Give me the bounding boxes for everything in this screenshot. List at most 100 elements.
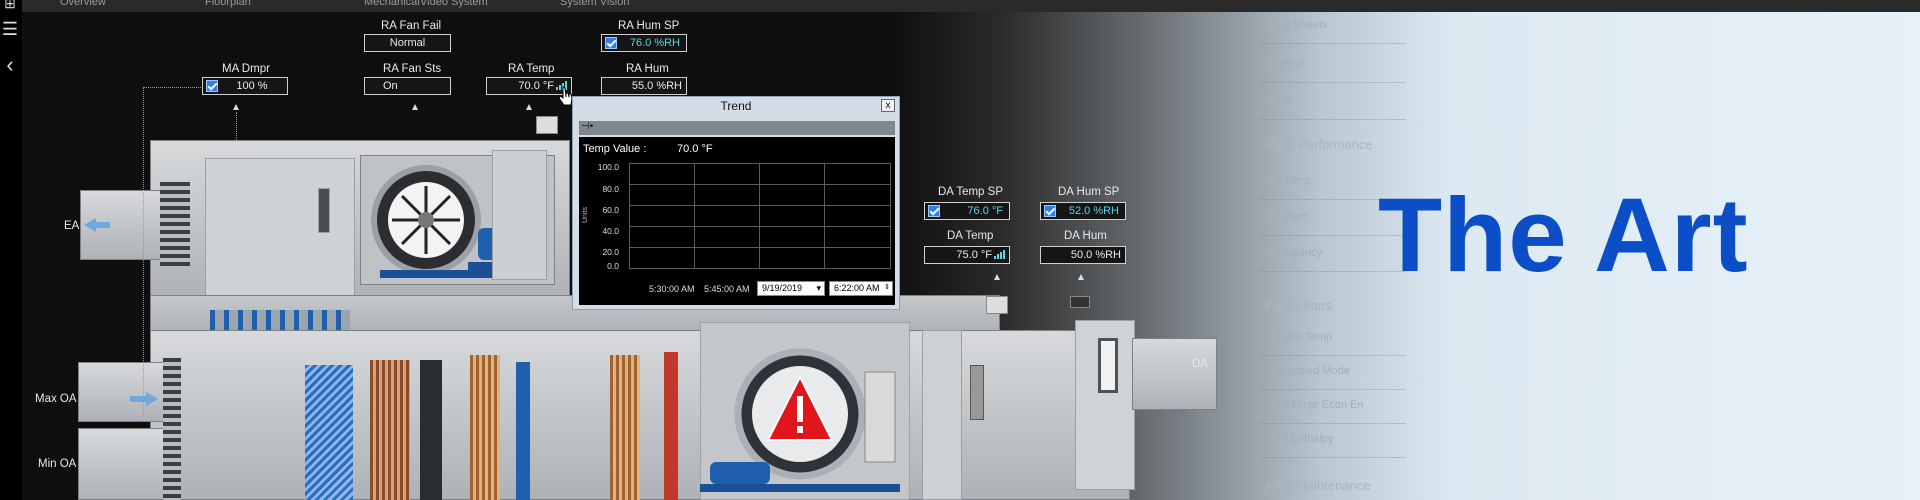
sidebar-item-ma-dmpr-econ-en[interactable]: MA Dmpr Econ En: [1260, 388, 1406, 424]
leader-arrow: [994, 274, 1000, 280]
date-picker[interactable]: 9/19/2019 ▾: [757, 281, 825, 296]
ra-hum-sp-value: 76.0 %RH: [629, 37, 680, 49]
supply-fan-icon: [700, 322, 910, 500]
ra-hum-sp-checkbox[interactable]: [605, 37, 617, 49]
discharge-window: [1098, 338, 1118, 393]
leader-line: [143, 87, 144, 417]
max-oa-label: Max OA: [35, 393, 77, 405]
da-hum-sp-checkbox[interactable]: [1044, 205, 1056, 217]
ra-temp-label: RA Temp: [508, 63, 555, 75]
da-temp-sp-value: 76.0 °F: [967, 205, 1003, 217]
da-hum-sp-label: DA Hum SP: [1058, 186, 1120, 198]
time-picker[interactable]: 6:22:00 AM ⇕: [829, 281, 893, 296]
x-time-label: 5:45:00 AM: [704, 284, 750, 294]
headline-overlay: The Art: [1378, 177, 1749, 294]
sidebar-item-label: DA Temp: [1267, 175, 1312, 187]
ma-dmpr-value: 100 %: [236, 80, 268, 92]
sidebar-item-label: Occupancy: [1267, 247, 1323, 259]
ra-fan-fail-label: RA Fan Fail: [381, 20, 442, 32]
sidebar-item-occupied-mode[interactable]: Occupied Mode: [1260, 354, 1406, 390]
sidebar-item-label: RA Enthalpy: [1273, 433, 1334, 445]
ra-temp-sensor: [536, 116, 558, 134]
max-oa-intake: [78, 362, 173, 422]
menu-icon[interactable]: ☰: [1, 20, 19, 38]
sidebar-item-room-temp[interactable]: Room Temp: [1260, 320, 1406, 356]
ra-hum-field[interactable]: 55.0 %RH: [601, 77, 687, 95]
ma-dmpr-checkbox[interactable]: [206, 80, 218, 92]
section-parameters: Parameters: [1265, 298, 1333, 313]
heating-coil-header: [664, 352, 678, 500]
access-door: [318, 188, 330, 233]
back-icon[interactable]: ‹: [1, 54, 19, 76]
leader-arrow: [1078, 274, 1084, 280]
section-plant-performance: Plant Performance: [1265, 137, 1373, 152]
top-tab-strip: Overview Floorplan Mechanical Video Syst…: [0, 0, 1920, 12]
sidebar-item-label: SOO: [1267, 95, 1292, 107]
time-value: 6:22:00 AM: [834, 283, 880, 293]
cooling-coil-header: [516, 362, 530, 500]
trend-value-label: Temp Value :: [583, 143, 647, 155]
sidebar-item-soo[interactable]: SOO: [1260, 84, 1406, 120]
ra-fan-fail-field[interactable]: Normal: [364, 34, 451, 52]
section-ahu-maintenance: AHU Maintenance: [1265, 478, 1371, 493]
filter-bank: [305, 365, 353, 500]
tab-overview[interactable]: Overview: [60, 0, 106, 8]
return-plenum: [205, 158, 355, 298]
da-temp-sensor: [986, 296, 1008, 314]
sidebar-item-data-sheets[interactable]: Data Sheets: [1260, 8, 1406, 44]
tab-system-vision[interactable]: System Vision: [560, 0, 630, 8]
da-temp-sp-checkbox[interactable]: [928, 205, 940, 217]
y-tick: 0.0: [607, 261, 619, 271]
ra-hum-label: RA Hum: [626, 63, 669, 75]
humidifier-valve: [970, 365, 984, 420]
trend-chart-icon[interactable]: [994, 250, 1005, 259]
trend-window[interactable]: Trend x ⊣• Temp Value : 70.0 °F 100.0 80…: [572, 96, 900, 310]
trend-grid: [629, 163, 891, 269]
ma-dmpr-field[interactable]: 100 %: [202, 77, 288, 95]
leader-line: [236, 112, 237, 140]
exhaust-louver: [160, 182, 190, 267]
da-temp-field[interactable]: 75.0 °F: [924, 246, 1010, 264]
sidebar-item-ra-enthalpy[interactable]: RA Enthalpy: [1260, 422, 1406, 458]
da-hum-sp-value: 52.0 %RH: [1068, 205, 1119, 217]
dropdown-icon[interactable]: ▾: [816, 282, 821, 295]
spinner-icon[interactable]: ⇕: [884, 281, 890, 294]
x-time-label: 5:30:00 AM: [649, 284, 695, 294]
trend-title: Trend: [720, 99, 752, 113]
da-label: DA: [1192, 358, 1208, 370]
da-temp-value: 75.0 °F: [956, 249, 992, 261]
sidebar-item-label: Occupied Mode: [1273, 365, 1351, 377]
y-tick: 100.0: [597, 162, 619, 172]
da-duct: [1132, 338, 1217, 410]
ea-label: EA: [64, 220, 80, 232]
ra-fan-sts-field[interactable]: On: [364, 77, 451, 95]
leader-arrow: [233, 104, 239, 110]
left-icon-rail: ⊞ ☰ ‹: [0, 0, 22, 500]
humidifier-section: [922, 330, 962, 500]
sidebar-item-label: Data Sheets: [1267, 19, 1328, 31]
ra-fan-sts-label: RA Fan Sts: [383, 63, 442, 75]
sidebar-item-legend[interactable]: Legend: [1260, 47, 1406, 83]
trend-close-button[interactable]: x: [881, 99, 895, 112]
pin-icon[interactable]: ⊣•: [581, 121, 593, 132]
trend-plot-area: Temp Value : 70.0 °F 100.0 80.0 60.0 40.…: [579, 137, 895, 305]
y-unit-label: Units: [582, 207, 589, 223]
tab-video-system[interactable]: Video System: [420, 0, 488, 8]
y-tick: 20.0: [602, 247, 619, 257]
da-hum-sensor: [1070, 296, 1090, 308]
min-oa-label: Min OA: [38, 458, 77, 470]
tab-floorplan[interactable]: Floorplan: [205, 0, 251, 8]
sidebar-item-label: MA Dmpr Econ En: [1273, 399, 1364, 411]
grid-icon[interactable]: ⊞: [1, 0, 19, 12]
y-tick: 80.0: [602, 184, 619, 194]
da-temp-sp-label: DA Temp SP: [938, 186, 1003, 198]
sidebar-item-label: Room Temp: [1273, 331, 1333, 343]
leader-arrow: [526, 104, 532, 110]
trend-toolbar: ⊣•: [579, 121, 895, 135]
ra-hum-sp-field[interactable]: 76.0 %RH: [601, 34, 687, 52]
da-temp-sp-field[interactable]: 76.0 °F: [924, 202, 1010, 220]
leader-arrow: [412, 104, 418, 110]
tab-mechanical[interactable]: Mechanical: [364, 0, 420, 8]
da-hum-field[interactable]: 50.0 %RH: [1040, 246, 1126, 264]
da-hum-sp-field[interactable]: 52.0 %RH: [1040, 202, 1126, 220]
